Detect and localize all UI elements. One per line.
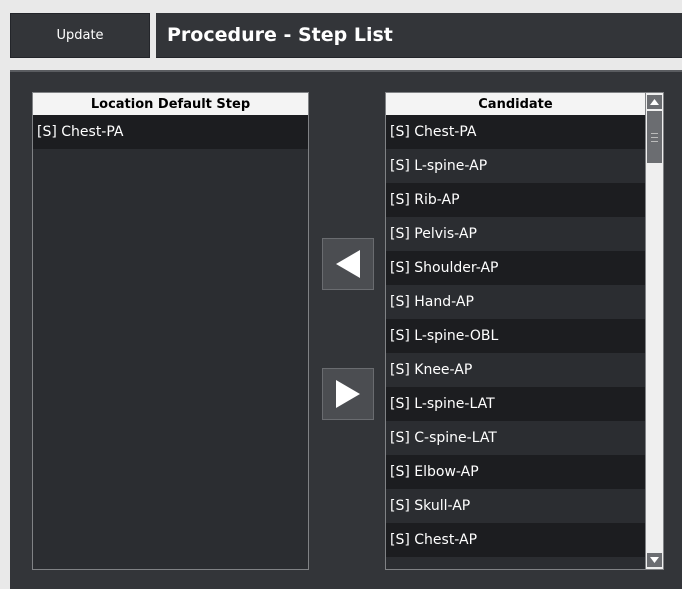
- grip-icon: [651, 133, 658, 142]
- list-item[interactable]: [S] Chest-PA: [33, 115, 308, 149]
- move-right-button[interactable]: [322, 368, 374, 420]
- step-list-panel: Location Default Step [S] Chest-PA Candi…: [10, 70, 682, 589]
- scroll-down-button[interactable]: [647, 553, 662, 567]
- candidate-header[interactable]: Candidate: [386, 93, 645, 116]
- list-item-label: [S] C-spine-LAT: [390, 430, 497, 446]
- caret-down-icon: [650, 557, 659, 563]
- list-item-label: [S] Shoulder-AP: [390, 260, 499, 276]
- location-default-step-rows: [S] Chest-PA: [33, 115, 308, 569]
- candidate-scrollbar[interactable]: [645, 93, 663, 569]
- list-item[interactable]: [S] Chest-AP: [386, 523, 645, 557]
- list-item[interactable]: [S] Rib-AP: [386, 183, 645, 217]
- list-item[interactable]: [S] Elbow-AP: [386, 455, 645, 489]
- list-item[interactable]: [S] C-spine-LAT: [386, 421, 645, 455]
- list-item-label: [S] L-spine-AP: [390, 158, 488, 174]
- list-item-label: [S] Rib-AP: [390, 192, 460, 208]
- list-item[interactable]: [S] Hand-AP: [386, 285, 645, 319]
- page-title: Procedure - Step List: [167, 24, 393, 46]
- candidate-header-label: Candidate: [478, 96, 553, 112]
- list-item[interactable]: [S] Skull-AP: [386, 489, 645, 523]
- caret-up-icon: [650, 99, 659, 105]
- list-item-label: [S] Hand-AP: [390, 294, 474, 310]
- list-item[interactable]: [S] L-spine-LAT: [386, 387, 645, 421]
- list-item[interactable]: [S] Pelvis-AP: [386, 217, 645, 251]
- update-button-label: Update: [56, 28, 104, 43]
- list-item[interactable]: [S] Knee-AP: [386, 353, 645, 387]
- location-default-step-list[interactable]: Location Default Step [S] Chest-PA: [32, 92, 309, 570]
- location-default-step-header-label: Location Default Step: [90, 96, 251, 112]
- list-item-label: [S] Chest-PA: [37, 124, 124, 140]
- triangle-left-icon: [336, 250, 360, 278]
- list-item-label: [S] Pelvis-AP: [390, 226, 477, 242]
- list-item-label: [S] Skull-AP: [390, 498, 471, 514]
- title-bar: Procedure - Step List: [156, 13, 682, 58]
- list-item-label: [S] L-spine-LAT: [390, 396, 495, 412]
- candidate-list[interactable]: Candidate [S] Chest-PA [S] L-spine-AP [S…: [385, 92, 664, 570]
- list-item-label: [S] Chest-AP: [390, 532, 478, 548]
- list-item-label: [S] Knee-AP: [390, 362, 473, 378]
- move-left-button[interactable]: [322, 238, 374, 290]
- list-item-label: [S] Elbow-AP: [390, 464, 479, 480]
- list-item[interactable]: [S] Shoulder-AP: [386, 251, 645, 285]
- list-item[interactable]: [S] L-spine-AP: [386, 149, 645, 183]
- procedure-step-list-window: Update Procedure - Step List Location De…: [0, 0, 682, 589]
- scroll-thumb[interactable]: [647, 111, 662, 163]
- triangle-right-icon: [336, 380, 360, 408]
- list-item-label: [S] Chest-PA: [390, 124, 477, 140]
- list-item-label: [S] L-spine-OBL: [390, 328, 499, 344]
- list-item[interactable]: [S] Chest-PA: [386, 115, 645, 149]
- scroll-up-button[interactable]: [647, 95, 662, 109]
- list-item[interactable]: [S] L-spine-OBL: [386, 319, 645, 353]
- candidate-rows: [S] Chest-PA [S] L-spine-AP [S] Rib-AP […: [386, 115, 645, 569]
- location-default-step-header[interactable]: Location Default Step: [33, 93, 308, 116]
- update-button[interactable]: Update: [10, 13, 150, 58]
